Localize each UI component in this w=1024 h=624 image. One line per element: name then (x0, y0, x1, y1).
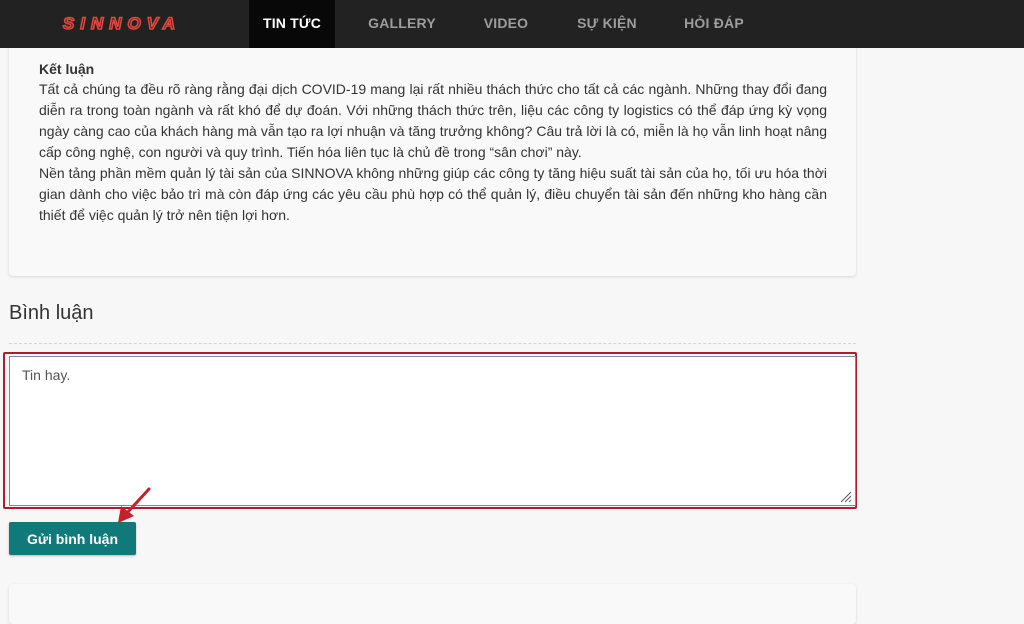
svg-text:SINNOVA: SINNOVA (63, 14, 181, 33)
article-body: Kết luận Tất cả chúng ta đều rõ ràng rằn… (39, 60, 827, 226)
red-arrow-icon (118, 487, 151, 523)
nav-tin-tuc[interactable]: TIN TỨC (249, 0, 335, 48)
nav-hoi-dap[interactable]: HỎI ĐÁP (670, 0, 758, 48)
next-card (9, 584, 856, 624)
nav-su-kien[interactable]: SỰ KIỆN (563, 0, 651, 48)
sinnova-logo[interactable]: SINNOVA (30, 12, 214, 34)
nav-video[interactable]: VIDEO (470, 0, 542, 48)
article-paragraph-2: Nền tảng phần mềm quản lý tài sản của SI… (39, 165, 827, 223)
conclusion-heading: Kết luận (39, 61, 95, 77)
logo-graphic: SINNOVA (62, 13, 181, 34)
comments-title: Bình luận (9, 302, 94, 324)
comments-divider (9, 343, 856, 344)
article-paragraph-1: Tất cả chúng ta đều rõ ràng rằng đại dịc… (39, 81, 827, 160)
nav-gallery[interactable]: GALLERY (355, 0, 449, 48)
resize-grip-icon[interactable] (838, 489, 852, 503)
top-navbar: SINNOVA TIN TỨC GALLERY VIDEO SỰ KIỆN HỎ… (0, 0, 1024, 48)
